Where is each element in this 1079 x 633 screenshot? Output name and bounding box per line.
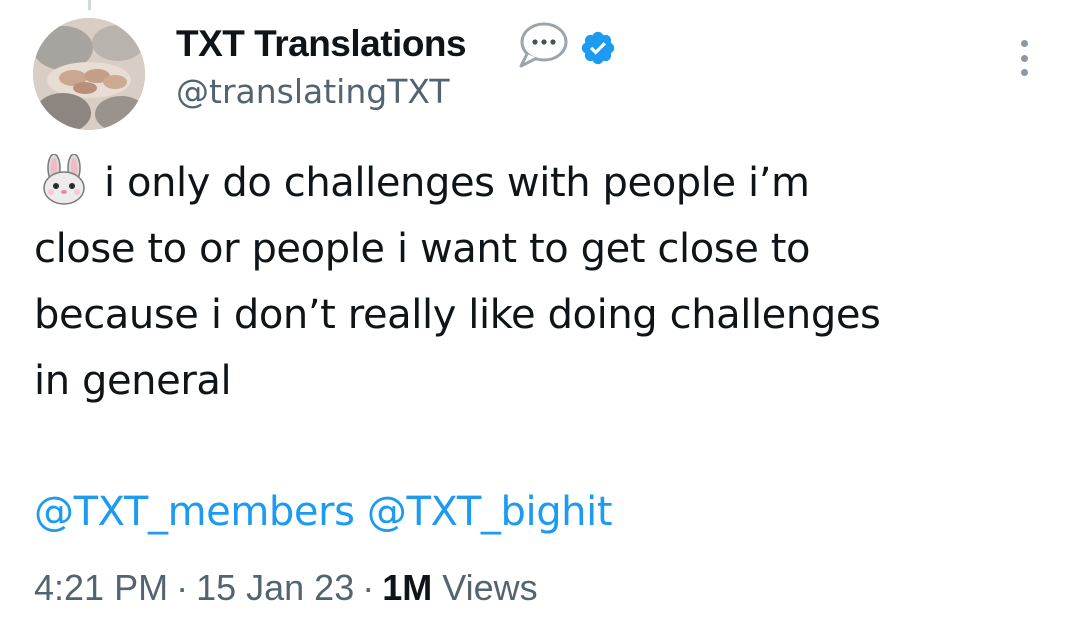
separator: · (176, 567, 189, 608)
author-handle[interactable]: @translatingTXT (176, 70, 450, 114)
tweet-line: because i don’t really like doing challe… (34, 292, 881, 338)
tweet-text: i only do challenges with people i’m clo… (34, 150, 1044, 414)
tweet-date[interactable]: 15 Jan 23 (196, 567, 354, 608)
avatar-photo (33, 18, 145, 130)
tweet-time[interactable]: 4:21 PM (34, 567, 168, 608)
display-name[interactable]: TXT Translations (176, 20, 467, 68)
separator: · (362, 567, 375, 608)
more-dot (1020, 69, 1028, 76)
tweet-line-text: i only do challenges with people i’m (104, 160, 810, 206)
mention-link[interactable]: @TXT_bighit (367, 489, 613, 535)
more-options-button[interactable] (1007, 36, 1041, 80)
more-dot (1020, 40, 1028, 47)
more-dot (1020, 54, 1028, 62)
views-count: 1M (382, 567, 433, 608)
tweet-line: i only do challenges with people i’m (34, 150, 1044, 216)
verified-badge-icon[interactable] (579, 29, 617, 67)
tweet-meta: 4:21 PM · 15 Jan 23 · 1M Views (34, 564, 538, 612)
rabbit-face-icon (43, 154, 85, 205)
mention-link[interactable]: @TXT_members (34, 489, 355, 535)
tweet-line: close to or people i want to get close t… (34, 226, 811, 272)
thread-connector-line (88, 0, 91, 10)
mentions: @TXT_members @TXT_bighit (34, 482, 613, 542)
tweet-line: in general (34, 358, 232, 404)
speech-bubble-icon (519, 22, 568, 68)
avatar[interactable] (33, 18, 145, 130)
views-label: Views (442, 567, 538, 608)
